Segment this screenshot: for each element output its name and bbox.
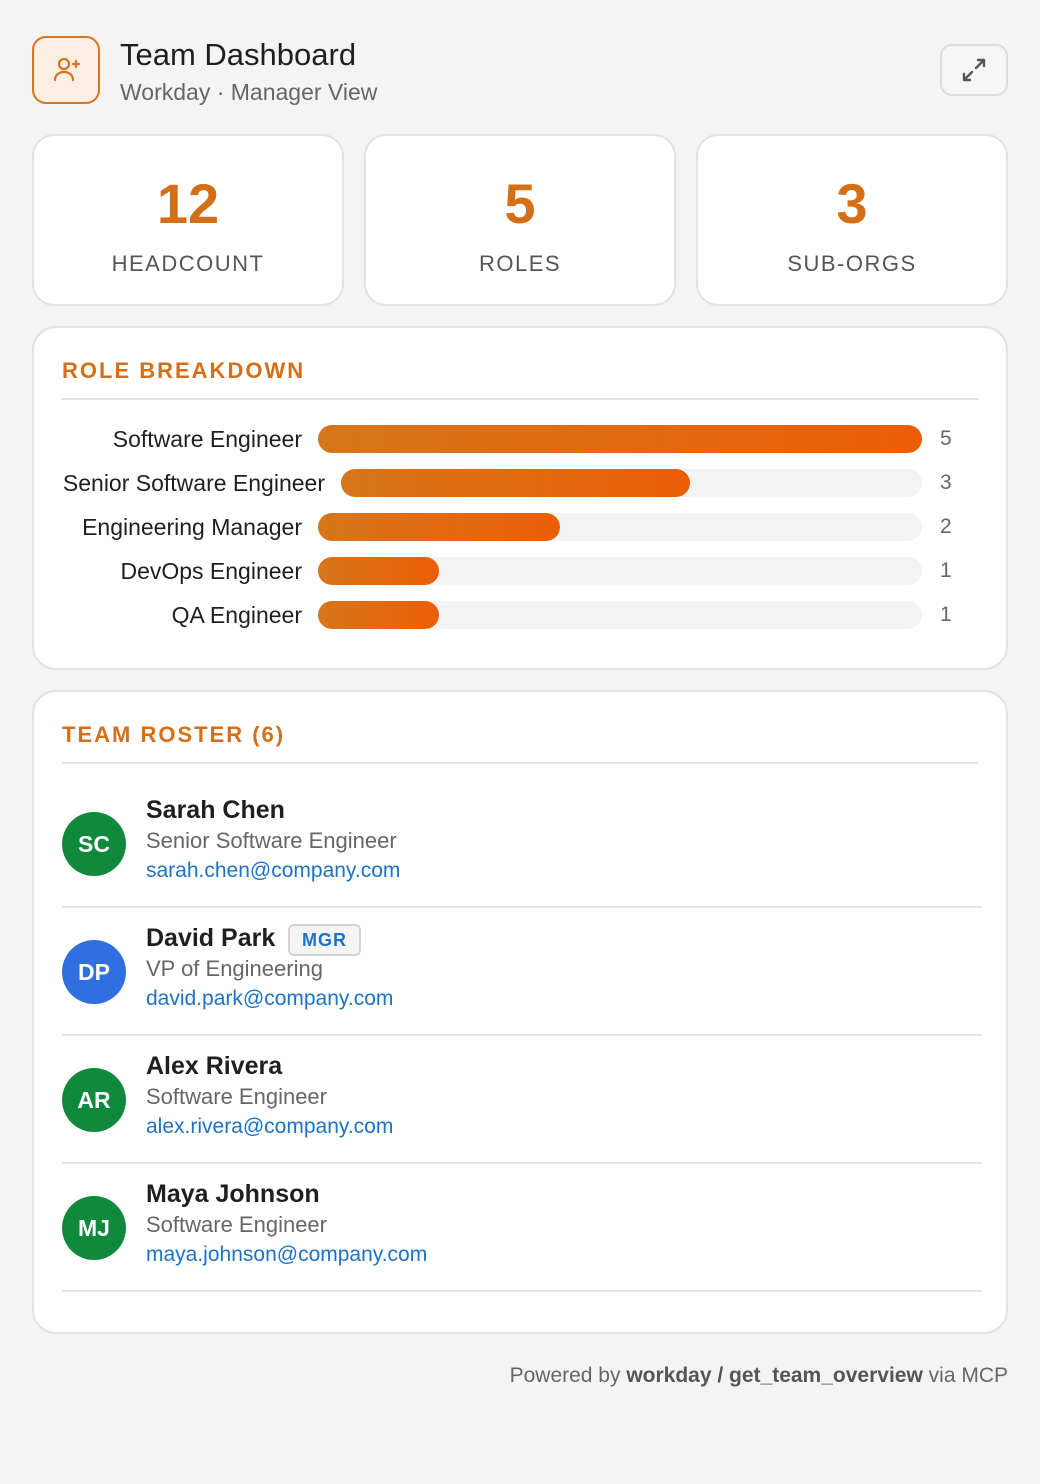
role-bar bbox=[318, 513, 560, 541]
member-role: Software Engineer bbox=[146, 1212, 327, 1237]
member-role: VP of Engineering bbox=[146, 956, 323, 981]
role-row: Software Engineer 5 bbox=[62, 424, 982, 454]
footer-source: workday / get_team_overview bbox=[626, 1364, 923, 1387]
divider bbox=[62, 762, 978, 764]
role-row: DevOps Engineer 1 bbox=[62, 556, 982, 586]
member-email-link[interactable]: david.park@company.com bbox=[146, 984, 393, 1014]
manager-badge: MGR bbox=[288, 924, 361, 956]
role-breakdown-title: ROLE BREAKDOWN bbox=[62, 358, 306, 383]
avatar: MJ bbox=[62, 1196, 126, 1260]
role-count: 1 bbox=[940, 559, 952, 582]
stat-value: 12 bbox=[156, 172, 220, 235]
team-roster-title: TEAM ROSTER (6) bbox=[62, 722, 286, 747]
page-title: Team Dashboard bbox=[120, 37, 357, 72]
roster-item: AR Alex Rivera Software Engineer alex.river… bbox=[62, 1036, 982, 1164]
role-bar bbox=[341, 469, 690, 497]
stat-card-headcount: 12 HEADCOUNT bbox=[32, 134, 344, 306]
member-name: Alex Rivera bbox=[146, 1052, 283, 1080]
stat-card-roles: 5 ROLES bbox=[364, 134, 676, 306]
roster-item: SC Sarah Chen Senior Software Engineer sara… bbox=[62, 780, 982, 908]
role-label: Software Engineer bbox=[112, 426, 302, 452]
person-plus-icon bbox=[32, 36, 100, 104]
role-bar bbox=[318, 557, 439, 585]
role-label-wrap: DevOps Engineer bbox=[62, 556, 302, 586]
member-email-link[interactable]: sarah.chen@company.com bbox=[146, 856, 400, 886]
avatar: SC bbox=[62, 812, 126, 876]
role-count: 1 bbox=[940, 603, 952, 626]
stat-card-sub-orgs: 3 SUB-ORGS bbox=[696, 134, 1008, 306]
role-label-wrap: Software Engineer bbox=[62, 424, 302, 454]
role-label: DevOps Engineer bbox=[120, 558, 302, 584]
role-bar-track bbox=[341, 469, 922, 497]
member-role: Software Engineer bbox=[146, 1084, 327, 1109]
header: Team Dashboard Workday · Manager View bbox=[32, 36, 1008, 106]
stat-value: 5 bbox=[504, 172, 536, 235]
member-name: David Park bbox=[146, 924, 276, 952]
role-bar-track bbox=[318, 601, 922, 629]
footer-suffix: via MCP bbox=[922, 1364, 1008, 1387]
role-label-wrap: QA Engineer bbox=[62, 600, 302, 630]
avatar: AR bbox=[62, 1068, 126, 1132]
member-email-link[interactable]: alex.rivera@company.com bbox=[146, 1112, 393, 1142]
role-label: Engineering Manager bbox=[82, 514, 302, 540]
role-count: 5 bbox=[940, 427, 952, 450]
page-subtitle: Workday · Manager View bbox=[120, 79, 378, 105]
role-bar bbox=[318, 601, 439, 629]
team-dashboard-page: Team Dashboard Workday · Manager View 12… bbox=[0, 0, 1040, 1484]
role-breakdown-panel: ROLE BREAKDOWN Software Engineer 5 Senior … bbox=[32, 326, 1008, 670]
roster-item: DP David Park VP of Engineering david.park@… bbox=[62, 908, 982, 1036]
role-bar-track bbox=[318, 513, 922, 541]
role-bar bbox=[318, 425, 922, 453]
expand-button[interactable] bbox=[940, 44, 1008, 96]
team-roster-panel: TEAM ROSTER (6) SC Sarah Chen Senior Softw… bbox=[32, 690, 1008, 1334]
role-label: Senior Software Engineer bbox=[62, 470, 325, 496]
roster-item: MJ Maya Johnson Software Engineer maya.john… bbox=[62, 1164, 982, 1292]
stats-row: 12 HEADCOUNT 5 ROLES 3 SUB-ORGS bbox=[32, 134, 1008, 306]
role-row: Senior Software Engineer 3 bbox=[62, 468, 982, 498]
avatar: DP bbox=[62, 940, 126, 1004]
member-email-link[interactable]: maya.johnson@company.com bbox=[146, 1240, 427, 1270]
role-count: 2 bbox=[940, 515, 952, 538]
member-name: Maya Johnson bbox=[146, 1180, 320, 1208]
stat-label: ROLES bbox=[478, 251, 562, 276]
role-row: QA Engineer 1 bbox=[62, 600, 982, 630]
footer: Powered by workday / get_team_overview v… bbox=[510, 1362, 1008, 1390]
stat-label: HEADCOUNT bbox=[111, 251, 265, 276]
footer-prefix: Powered by bbox=[509, 1364, 627, 1387]
stat-value: 3 bbox=[836, 172, 868, 235]
stat-label: SUB-ORGS bbox=[787, 251, 917, 276]
expand-icon bbox=[962, 58, 986, 82]
member-name: Sarah Chen bbox=[146, 796, 285, 824]
role-label-wrap: Engineering Manager bbox=[62, 512, 302, 542]
role-bar-track bbox=[318, 425, 922, 453]
divider bbox=[62, 398, 978, 400]
role-count: 3 bbox=[940, 471, 952, 494]
role-bar-track bbox=[318, 557, 922, 585]
role-label-wrap: Senior Software Engineer bbox=[62, 468, 325, 498]
member-role: Senior Software Engineer bbox=[146, 828, 397, 853]
role-label: QA Engineer bbox=[171, 602, 302, 628]
role-row: Engineering Manager 2 bbox=[62, 512, 982, 542]
divider bbox=[62, 1290, 982, 1292]
